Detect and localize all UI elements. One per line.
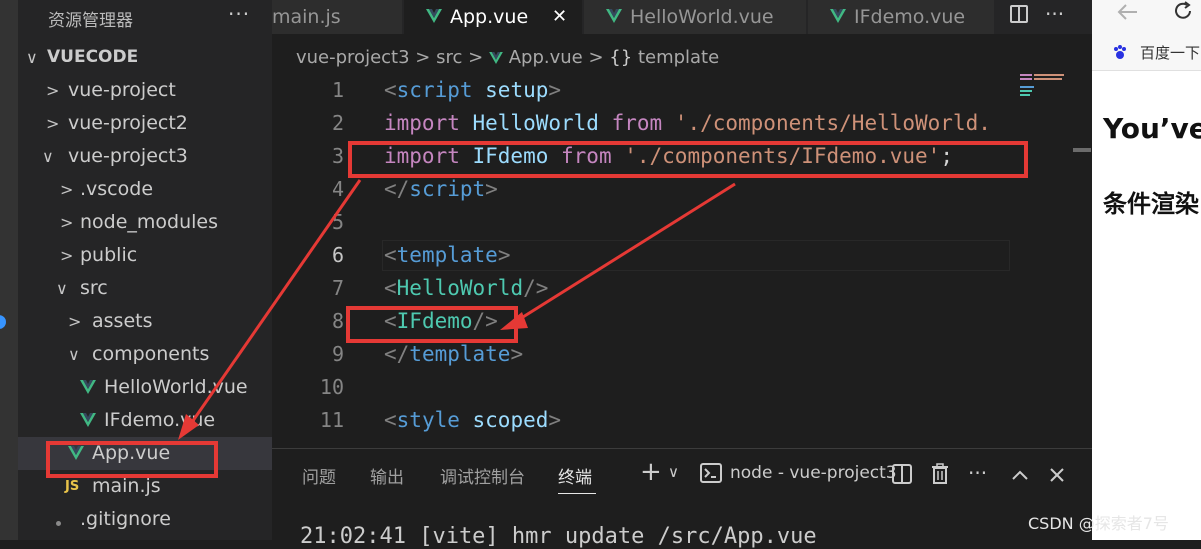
arrowhead — [500, 312, 528, 330]
annotation-arrow — [188, 179, 362, 426]
annotation-arrows — [178, 179, 736, 440]
watermark: CSDN @探索者7号 — [1028, 514, 1169, 533]
annotation-arrow — [514, 182, 736, 324]
